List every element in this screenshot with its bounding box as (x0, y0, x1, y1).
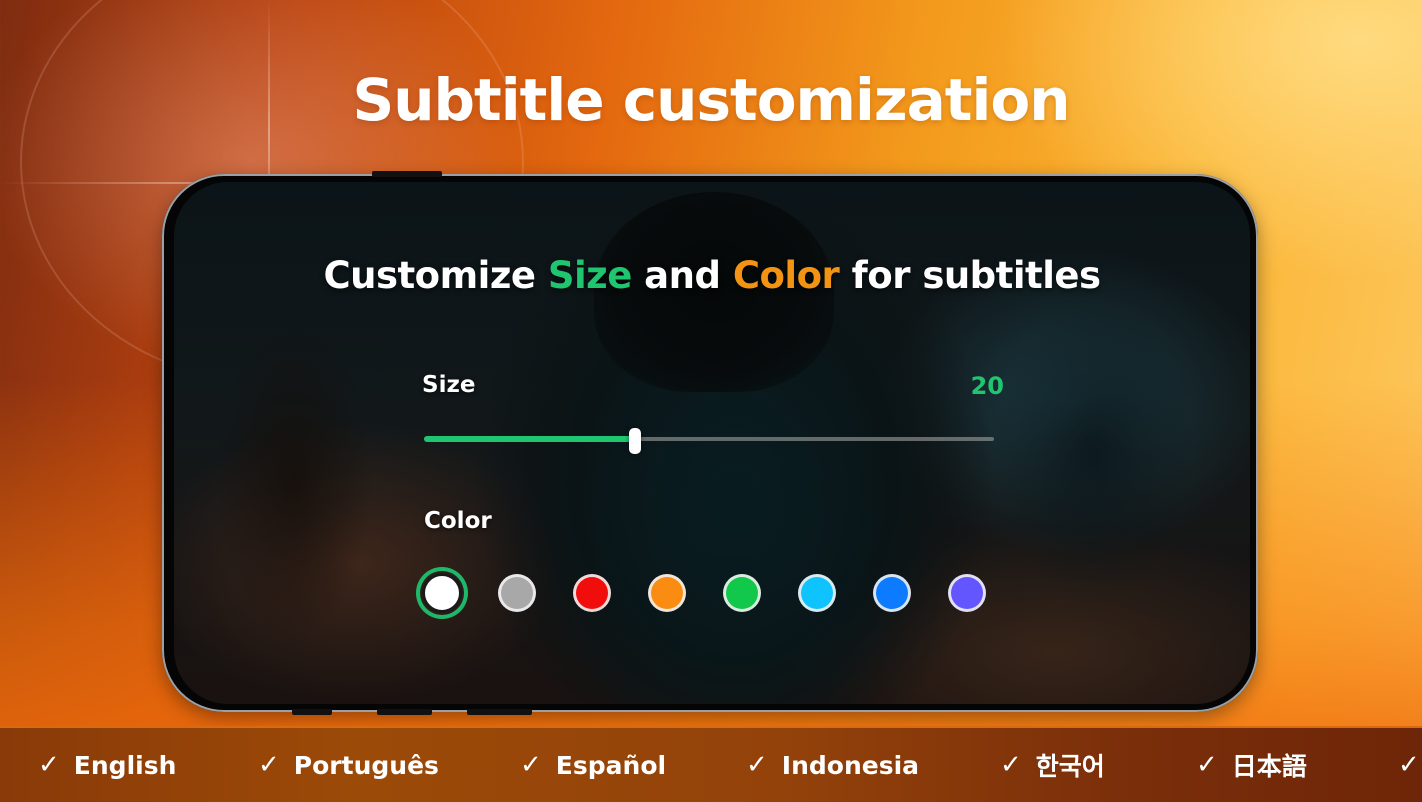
language-label: English (73, 750, 177, 780)
language-bar: ✓ English ✓ Português ✓ Español ✓ Indonesia ✓ 한국어… (0, 726, 1422, 802)
color-swatch-list (416, 567, 986, 619)
size-slider[interactable] (424, 428, 994, 454)
page-headline: Subtitle customization (352, 66, 1070, 134)
color-swatch-fill (498, 574, 536, 612)
color-swatch-fill (948, 574, 986, 612)
color-swatch-fill (648, 574, 686, 612)
size-label: Size (422, 372, 476, 398)
language-label: Español (555, 750, 667, 780)
check-icon: ✓ (38, 750, 60, 780)
phone-side-button (377, 709, 432, 715)
title-suffix: for subtitles (839, 254, 1101, 297)
check-icon: ✓ (1000, 750, 1022, 780)
video-screen: Customize Size and Color for subtitles S… (174, 182, 1250, 704)
background-crowd (214, 322, 374, 642)
language-item: ✓ 한국어 (1000, 747, 1105, 783)
language-item: ✓ Indonesia (746, 750, 919, 780)
language-item: ✓ Español (520, 750, 666, 780)
check-icon: ✓ (258, 750, 280, 780)
title-middle: and (631, 254, 733, 297)
color-swatch-fill (798, 574, 836, 612)
language-label: 日本語 (1231, 752, 1307, 781)
color-swatch-fill (723, 574, 761, 612)
title-highlight-color: Color (732, 254, 840, 297)
color-swatch-green[interactable] (716, 567, 768, 619)
check-icon: ✓ (520, 750, 542, 780)
color-swatch-orange[interactable] (641, 567, 693, 619)
language-label: Português (293, 750, 439, 780)
color-swatch-light-blue[interactable] (791, 567, 843, 619)
language-item: ✓ 日本語 (1196, 747, 1307, 783)
slider-fill (424, 436, 635, 442)
language-label: 한국어 (1035, 752, 1105, 781)
title-highlight-size: Size (547, 254, 632, 297)
language-label: Indonesia (781, 750, 920, 780)
check-icon: ✓ (1196, 750, 1218, 780)
color-swatch-red[interactable] (566, 567, 618, 619)
color-swatch-white[interactable] (416, 567, 468, 619)
color-swatch-fill (422, 573, 462, 613)
title-prefix: Customize (323, 254, 548, 297)
size-value: 20 (970, 372, 1004, 400)
language-item: ✓ English (38, 750, 176, 780)
color-swatch-violet[interactable] (941, 567, 993, 619)
language-item: ✓ Português (258, 750, 439, 780)
background-crowd (994, 302, 1194, 602)
phone-side-button (372, 171, 442, 177)
screen-title: Customize Size and Color for subtitles (174, 254, 1250, 297)
slider-thumb[interactable] (628, 428, 641, 454)
phone-mockup: Customize Size and Color for subtitles S… (162, 171, 1258, 715)
language-item: ✓ (1398, 750, 1422, 780)
color-swatch-gray[interactable] (491, 567, 543, 619)
check-icon: ✓ (1398, 750, 1420, 780)
check-icon: ✓ (746, 750, 768, 780)
phone-side-button (467, 709, 532, 715)
phone-side-button (292, 709, 332, 715)
color-swatch-fill (573, 574, 611, 612)
color-swatch-blue[interactable] (866, 567, 918, 619)
color-label: Color (424, 508, 492, 534)
color-swatch-fill (873, 574, 911, 612)
